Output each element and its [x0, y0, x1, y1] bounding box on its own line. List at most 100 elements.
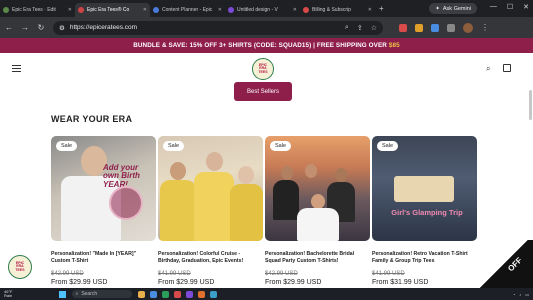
- browser-tab[interactable]: Untitled design - V ✕: [225, 3, 300, 17]
- sale-price: From $29.99 USD: [51, 279, 108, 287]
- ask-gemini-button[interactable]: ✦ Ask Gemini: [429, 3, 477, 14]
- best-sellers-button[interactable]: Best Sellers: [234, 82, 292, 101]
- product-title[interactable]: Personalization! Bachelorette Bridal Squ…: [265, 251, 370, 265]
- os-taskbar: 46°F Rain ⌕ Search ◔ ♪ ▭: [0, 288, 533, 300]
- app-icon[interactable]: [185, 290, 193, 298]
- browser-tab[interactable]: Epic Era Tees · Edit ✕: [0, 3, 75, 17]
- profile-avatar[interactable]: [463, 22, 473, 33]
- compare-at-price: $41.99 USD: [372, 271, 405, 278]
- app-icon[interactable]: [197, 290, 205, 298]
- tab-favicon-icon: [303, 7, 309, 13]
- address-bar[interactable]: ⚙ https://epiceratees.com ⌕ ⇪ ☆: [53, 20, 383, 35]
- weather-desc: Rain: [4, 293, 13, 298]
- search-icon[interactable]: ⌕: [345, 24, 349, 32]
- share-icon[interactable]: ⇪: [357, 24, 363, 32]
- close-icon[interactable]: ✕: [143, 7, 147, 13]
- product-image[interactable]: Sale: [158, 136, 263, 241]
- app-icon[interactable]: [137, 290, 145, 298]
- sale-price: From $29.99 USD: [265, 279, 322, 287]
- tab-label: Epic Era Tees® Co: [87, 7, 130, 13]
- product-card[interactable]: Sale Personalization! Colorful Cruise - …: [158, 136, 263, 286]
- badge-text: TEES: [15, 267, 25, 272]
- announcement-bar: BUNDLE & SAVE: 15% OFF 3+ SHIRTS (CODE: …: [0, 38, 533, 53]
- app-icon[interactable]: [209, 290, 217, 298]
- app-icon[interactable]: [173, 290, 181, 298]
- tab-favicon-icon: [228, 7, 234, 13]
- product-card[interactable]: Add your own Birth YEAR! Sale Personaliz…: [51, 136, 156, 286]
- taskbar-search[interactable]: ⌕ Search: [71, 290, 132, 298]
- browser-tab-strip: Epic Era Tees · Edit ✕ Epic Era Tees® Co ✕…: [0, 0, 533, 17]
- bookmark-star-icon[interactable]: ☆: [371, 24, 377, 32]
- close-window-icon[interactable]: ✕: [523, 3, 529, 11]
- close-icon[interactable]: ✕: [368, 7, 372, 13]
- start-icon[interactable]: [58, 290, 66, 298]
- extension-icon[interactable]: [399, 23, 407, 32]
- extensions-area: ⋮: [399, 22, 489, 33]
- extension-icon[interactable]: [415, 23, 423, 32]
- wifi-icon[interactable]: ◔: [513, 292, 515, 297]
- menu-dots-icon[interactable]: ⋮: [481, 23, 489, 32]
- tab-favicon-icon: [3, 7, 9, 13]
- tab-label: Billing & Subscrip: [312, 7, 351, 13]
- new-tab-button[interactable]: +: [379, 4, 384, 13]
- sale-badge: Sale: [270, 141, 292, 151]
- tab-label: Untitled design - V: [237, 7, 278, 13]
- menu-icon[interactable]: [12, 65, 21, 72]
- extension-icon[interactable]: [447, 23, 455, 32]
- close-icon[interactable]: ✕: [218, 7, 222, 13]
- product-image[interactable]: Add your own Birth YEAR! Sale: [51, 136, 156, 241]
- cart-icon[interactable]: [503, 64, 511, 72]
- app-icon[interactable]: [149, 290, 157, 298]
- reload-icon[interactable]: ↻: [37, 23, 45, 32]
- product-image[interactable]: Sale: [265, 136, 370, 241]
- compare-at-price: $42.99 USD: [265, 271, 298, 278]
- app-icon[interactable]: [161, 290, 169, 298]
- play-icon: [109, 186, 143, 220]
- browser-tab[interactable]: Content Planner - Epic ✕: [150, 3, 225, 17]
- sale-badge: Sale: [56, 141, 78, 151]
- browser-toolbar: ← → ↻ ⚙ https://epiceratees.com ⌕ ⇪ ☆ ⋮: [0, 17, 533, 38]
- close-icon[interactable]: ✕: [68, 7, 72, 13]
- maximize-icon[interactable]: ☐: [507, 3, 513, 11]
- browser-tab-active[interactable]: Epic Era Tees® Co ✕: [75, 3, 150, 17]
- free-shipping-amount: $85: [388, 42, 400, 49]
- minimize-icon[interactable]: —: [490, 3, 497, 11]
- tab-label: Content Planner - Epic: [162, 7, 213, 13]
- store-logo[interactable]: EPIC ERA TEES: [252, 58, 274, 80]
- product-title[interactable]: Personalization! Retro Vacation T-Shirt …: [372, 251, 477, 265]
- announcement-text: BUNDLE & SAVE: 15% OFF 3+ SHIRTS (CODE: …: [133, 42, 387, 49]
- product-card[interactable]: Girl's Glamping Trip Sale Personalizatio…: [372, 136, 477, 286]
- rewards-launcher[interactable]: EPIC ERA TEES: [8, 255, 32, 279]
- store-header: EPIC ERA TEES ⌕: [0, 53, 533, 85]
- product-card[interactable]: Sale Personalization! Bachelorette Brida…: [265, 136, 370, 286]
- section-title: WEAR YOUR ERA: [51, 114, 133, 124]
- url-text: https://epiceratees.com: [69, 24, 138, 31]
- logo-text: TEES: [258, 69, 268, 74]
- compare-at-price: $41.99 USD: [158, 271, 191, 278]
- product-title[interactable]: Personalization! "Made In [YEAR]" Custom…: [51, 251, 156, 265]
- weather-widget[interactable]: 46°F Rain: [4, 290, 13, 298]
- gemini-icon: ✦: [435, 5, 440, 12]
- site-info-icon[interactable]: ⚙: [59, 24, 65, 32]
- sale-badge: Sale: [377, 141, 399, 151]
- taskbar-search-label: Search: [81, 291, 98, 297]
- product-image[interactable]: Girl's Glamping Trip Sale: [372, 136, 477, 241]
- tab-label: Epic Era Tees · Edit: [12, 7, 56, 13]
- close-icon[interactable]: ✕: [293, 7, 297, 13]
- sale-badge: Sale: [163, 141, 185, 151]
- battery-icon[interactable]: ▭: [525, 292, 529, 297]
- search-icon[interactable]: ⌕: [486, 64, 490, 74]
- gemini-label: Ask Gemini: [442, 5, 471, 12]
- compare-at-price: $42.99 USD: [51, 271, 84, 278]
- page-scrollbar[interactable]: [529, 90, 532, 120]
- browser-tab[interactable]: Billing & Subscrip ✕: [300, 3, 375, 17]
- tab-favicon-icon: [153, 7, 159, 13]
- discount-corner-tab[interactable]: OFF: [475, 240, 533, 288]
- back-icon[interactable]: ←: [5, 23, 13, 32]
- system-tray[interactable]: ◔ ♪ ▭: [513, 292, 529, 297]
- window-controls: — ☐ ✕: [490, 3, 529, 11]
- extension-icon[interactable]: [431, 23, 439, 32]
- product-title[interactable]: Personalization! Colorful Cruise - Birth…: [158, 251, 263, 265]
- forward-icon[interactable]: →: [21, 23, 29, 32]
- volume-icon[interactable]: ♪: [519, 292, 521, 297]
